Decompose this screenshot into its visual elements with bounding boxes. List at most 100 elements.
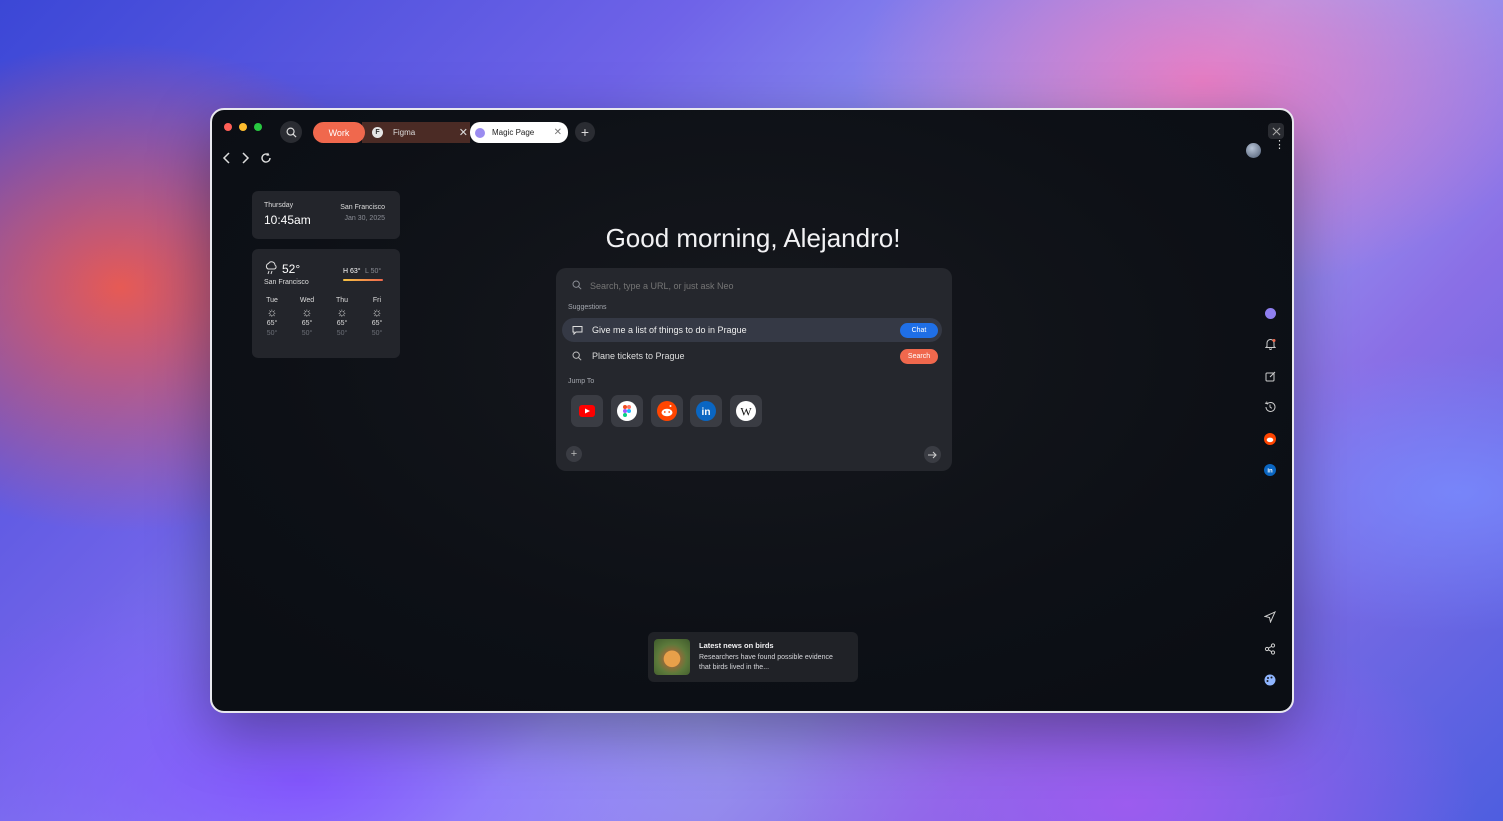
shortcut-youtube[interactable] [571, 395, 603, 427]
neo-assistant-icon[interactable] [1262, 305, 1278, 321]
search-button[interactable]: Search [900, 349, 938, 364]
minimize-window-button[interactable] [239, 123, 247, 131]
youtube-icon [579, 405, 595, 417]
clock-widget: Thursday 10:45am San Francisco Jan 30, 2… [252, 191, 400, 239]
forecast-high: 65° [336, 320, 348, 327]
suggestion-text: Plane tickets to Prague [592, 351, 685, 361]
rain-cloud-icon [265, 261, 277, 275]
close-tab-icon[interactable]: ✕ [459, 126, 468, 139]
tab-label: Figma [393, 128, 416, 137]
forecast-day: Wed ☼ 65° 50° [294, 297, 320, 337]
news-title: Latest news on birds [699, 641, 774, 650]
clock-city: San Francisco [340, 204, 385, 211]
more-menu-icon[interactable]: ⋮ [1274, 140, 1285, 151]
reload-icon[interactable] [260, 152, 272, 164]
forecast-high: 65° [266, 320, 278, 327]
weather-high: H 63° [343, 268, 361, 275]
figma-icon [617, 401, 637, 421]
tab-label: Magic Page [492, 128, 535, 137]
sun-icon: ☼ [371, 305, 383, 319]
clock-day: Thursday [264, 202, 294, 209]
search-icon [572, 351, 582, 361]
forecast-day: Thu ☼ 65° 50° [329, 297, 355, 337]
svg-text:in: in [702, 407, 711, 418]
svg-text:in: in [1267, 468, 1273, 474]
notifications-icon[interactable] [1262, 336, 1278, 352]
bird-thumbnail [654, 639, 690, 675]
profile-avatar[interactable] [1246, 143, 1261, 158]
tab-figma[interactable]: F Figma ✕ [372, 122, 468, 143]
plus-icon: + [580, 124, 590, 140]
omnibox-panel: Suggestions Give me a list of things to … [556, 268, 952, 471]
send-icon[interactable] [1262, 609, 1278, 625]
suggestions-label: Suggestions [568, 304, 607, 311]
forecast-day-label: Thu [335, 297, 349, 304]
chat-bubble-icon [572, 326, 583, 335]
palette-icon[interactable] [1262, 672, 1278, 688]
forecast-day-label: Fri [372, 297, 382, 304]
share-icon[interactable] [1262, 641, 1278, 657]
edit-icon[interactable] [1262, 368, 1278, 384]
shortcut-linkedin[interactable]: in [690, 395, 722, 427]
maximize-window-button[interactable] [254, 123, 262, 131]
weather-widget: 52° San Francisco H 63° L 50° Tue ☼ 65° … [252, 249, 400, 358]
svg-text:W: W [740, 405, 752, 419]
forward-icon[interactable] [240, 152, 250, 164]
sun-icon: ☼ [266, 305, 278, 319]
forecast-day-label: Tue [266, 297, 278, 304]
suggestion-text: Give me a list of things to do in Prague [592, 325, 747, 335]
greeting-heading: Good morning, Alejandro! [605, 223, 901, 253]
chat-button[interactable]: Chat [900, 323, 938, 338]
tab-magic-page[interactable]: Magic Page ✕ [470, 122, 568, 143]
omnibox-input[interactable] [588, 276, 932, 296]
partly-cloudy-icon: ☼ [301, 305, 313, 319]
tab-group-work[interactable]: Work [313, 122, 365, 143]
submit-button[interactable] [924, 446, 941, 463]
forecast-low: 50° [266, 330, 278, 337]
history-icon[interactable] [1262, 399, 1278, 415]
news-body-line1: Researchers have found possible evidence [699, 654, 833, 661]
close-tab-icon[interactable]: ✕ [554, 127, 562, 138]
shortcut-wikipedia[interactable]: W [730, 395, 762, 427]
shortcut-reddit[interactable] [651, 395, 683, 427]
forecast-day: Fri ☼ 65° 50° [364, 297, 390, 337]
search-icon [572, 280, 582, 290]
collapse-icon [1272, 127, 1280, 135]
figma-favicon-icon: F [372, 127, 383, 138]
new-tab-button[interactable]: + [575, 122, 595, 142]
back-icon[interactable] [222, 152, 232, 164]
jump-to-label: Jump To [568, 378, 595, 385]
magic-page-favicon-icon [475, 127, 485, 138]
forecast-day-label: Wed [299, 297, 315, 304]
forecast-high: 65° [301, 320, 313, 327]
partly-sunny-icon: ☼ [336, 305, 348, 319]
sidebar-toggle-button[interactable] [1268, 123, 1284, 139]
suggestion-search[interactable]: Plane tickets to Prague Search [562, 344, 942, 368]
search-icon [286, 127, 297, 138]
weather-temp: 52° [282, 262, 301, 276]
clock-date: Jan 30, 2025 [344, 215, 385, 222]
forecast-low: 50° [336, 330, 348, 337]
linkedin-icon: in [696, 401, 716, 421]
suggestion-chat[interactable]: Give me a list of things to do in Prague… [562, 318, 942, 342]
wikipedia-icon: W [736, 401, 756, 421]
clock-time: 10:45am [264, 213, 311, 227]
plus-icon: + [570, 448, 578, 460]
forecast-day: Tue ☼ 65° 50° [259, 297, 285, 337]
forecast-low: 50° [301, 330, 313, 337]
weather-low: L 50° [365, 268, 382, 275]
weather-city: San Francisco [264, 279, 309, 286]
linkedin-icon[interactable]: in [1262, 462, 1278, 478]
reddit-icon[interactable] [1262, 431, 1278, 447]
tab-search-button[interactable] [280, 121, 302, 143]
news-body-line2: that birds lived in the... [699, 664, 770, 671]
arrow-right-icon [928, 451, 937, 458]
news-card[interactable]: Latest news on birds Researchers have fo… [648, 632, 858, 682]
close-window-button[interactable] [224, 123, 232, 131]
forecast-high: 65° [371, 320, 383, 327]
shortcut-figma[interactable] [611, 395, 643, 427]
browser-window: Work F Figma ✕ Magic Page ✕ + ⋮ Thursday… [210, 108, 1294, 713]
add-attachment-button[interactable]: + [566, 446, 582, 462]
reddit-icon [657, 401, 677, 421]
temp-range-bar [343, 279, 383, 281]
